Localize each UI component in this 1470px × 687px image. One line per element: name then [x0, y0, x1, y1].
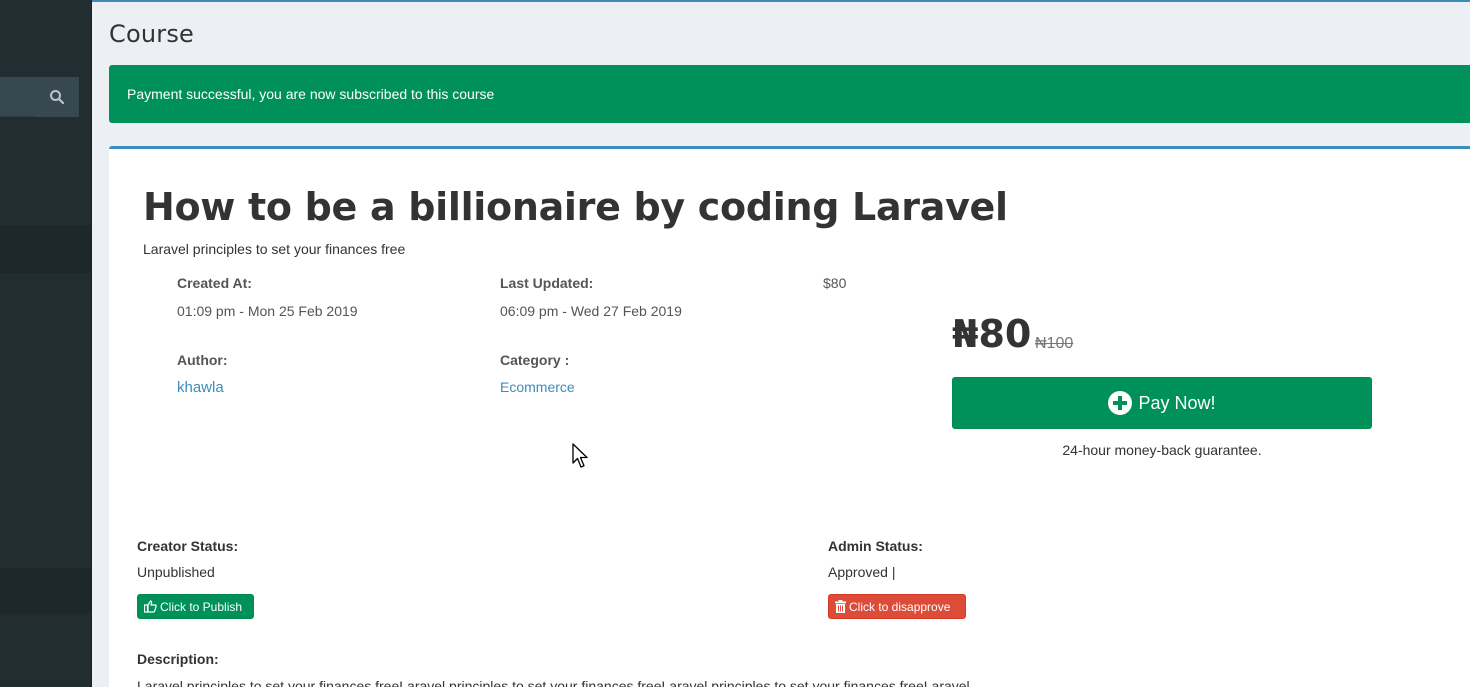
sidebar-menu-item[interactable]	[0, 225, 91, 273]
admin-status-value: Approved |	[828, 564, 896, 580]
course-box: How to be a billionaire by coding Larave…	[109, 146, 1470, 687]
sidebar	[0, 0, 91, 687]
category-link[interactable]: Ecommerce	[500, 379, 575, 395]
sidebar-header	[0, 0, 91, 76]
description-label: Description:	[137, 651, 219, 667]
alert-message: Payment successful, you are now subscrib…	[127, 86, 495, 102]
description-text: Laravel principles to set your finances …	[137, 678, 970, 687]
publish-button[interactable]: Click to Publish	[137, 594, 254, 619]
mouse-cursor-icon	[572, 443, 588, 468]
sidebar-search	[0, 77, 79, 117]
search-icon	[49, 90, 64, 105]
page-title: Course	[109, 20, 194, 48]
created-at-value: 01:09 pm - Mon 25 Feb 2019	[177, 303, 358, 319]
category-label: Category :	[500, 352, 570, 368]
last-updated-label: Last Updated:	[500, 275, 594, 291]
small-price: $80	[823, 275, 847, 291]
admin-status-label: Admin Status:	[828, 538, 923, 554]
author-label: Author:	[177, 352, 228, 368]
publish-button-label: Click to Publish	[160, 599, 243, 614]
creator-status-value: Unpublished	[137, 564, 215, 580]
last-updated-value: 06:09 pm - Wed 27 Feb 2019	[500, 303, 682, 319]
disapprove-button-label: Click to disapprove	[849, 599, 951, 614]
sidebar-search-input[interactable]	[0, 77, 34, 117]
created-at-label: Created At:	[177, 275, 252, 291]
sidebar-search-button[interactable]	[34, 77, 79, 117]
pay-now-button[interactable]: Pay Now!	[952, 377, 1372, 429]
trash-icon	[835, 600, 846, 613]
author-link[interactable]: khawla	[177, 379, 224, 396]
current-price: ₦80	[952, 312, 1032, 356]
course-subtitle: Laravel principles to set your finances …	[143, 241, 406, 257]
thumbs-up-icon	[144, 600, 157, 613]
pay-now-label: Pay Now!	[1138, 392, 1216, 413]
old-price: ₦100	[1035, 335, 1074, 352]
success-alert: Payment successful, you are now subscrib…	[109, 65, 1470, 123]
sidebar-menu-item[interactable]	[0, 568, 91, 614]
course-title: How to be a billionaire by coding Larave…	[143, 185, 1008, 229]
guarantee-text: 24-hour money-back guarantee.	[1062, 442, 1262, 458]
creator-status-label: Creator Status:	[137, 538, 239, 554]
content-wrapper: Course Payment successful, you are now s…	[92, 2, 1470, 687]
disapprove-button[interactable]: Click to disapprove	[828, 594, 966, 619]
plus-circle-icon	[1108, 391, 1133, 415]
